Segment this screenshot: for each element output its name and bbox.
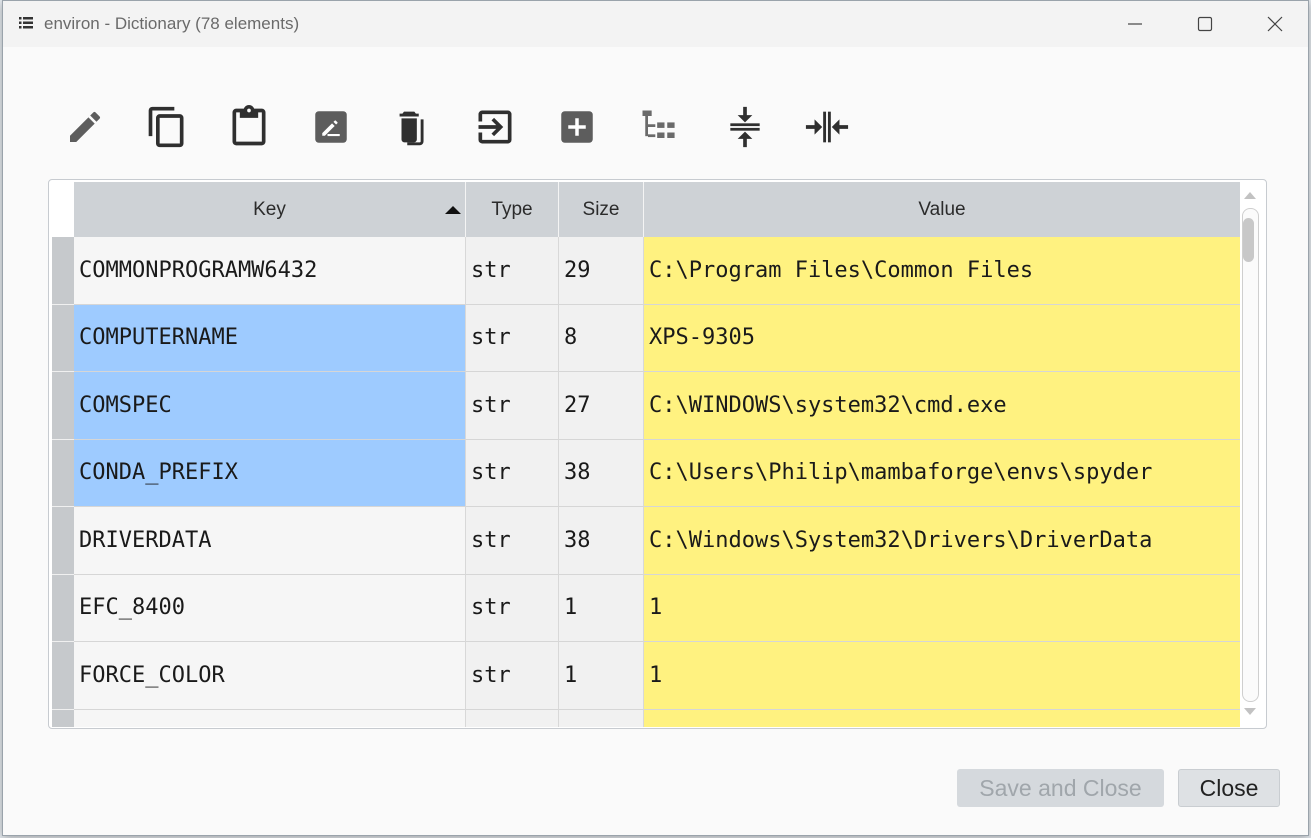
- row-header[interactable]: [52, 439, 74, 507]
- collapse-button[interactable]: [719, 101, 771, 153]
- edit-button[interactable]: [59, 101, 111, 153]
- close-icon: [1267, 16, 1283, 32]
- key-cell[interactable]: [74, 709, 466, 727]
- remove-icon: [399, 111, 424, 146]
- dictionary-editor-dialog: environ - Dictionary (78 elements) Key T…: [2, 0, 1309, 836]
- type-cell[interactable]: [466, 709, 559, 727]
- row-header[interactable]: [52, 237, 74, 305]
- column-header-size-label: Size: [582, 198, 620, 220]
- view-tree-icon: [642, 110, 675, 138]
- row-header[interactable]: [52, 642, 74, 710]
- collapse-icon: [730, 106, 760, 148]
- key-cell[interactable]: COMSPEC: [74, 372, 466, 440]
- insert-button[interactable]: [469, 101, 521, 153]
- paste-icon: [232, 105, 266, 146]
- resize-columns-button[interactable]: [801, 101, 853, 153]
- value-cell[interactable]: C:\WINDOWS\system32\cmd.exe: [644, 372, 1240, 440]
- maximize-button[interactable]: [1170, 1, 1240, 47]
- minimize-icon: [1128, 23, 1142, 25]
- add-button[interactable]: [551, 101, 603, 153]
- dictionary-table: Key Type Size Value COMMONPROGRAMW6432 s…: [48, 179, 1267, 729]
- size-cell[interactable]: 1: [559, 642, 644, 710]
- resize-columns-icon: [805, 111, 849, 143]
- insert-icon: [478, 110, 512, 144]
- key-cell[interactable]: EFC_8400: [74, 574, 466, 642]
- close-button[interactable]: Close: [1178, 769, 1280, 807]
- type-cell[interactable]: str: [466, 439, 559, 507]
- size-cell[interactable]: [559, 709, 644, 727]
- paste-button[interactable]: [223, 101, 275, 153]
- type-cell[interactable]: str: [466, 237, 559, 305]
- save-and-close-button[interactable]: Save and Close: [957, 769, 1164, 807]
- scroll-up-arrow-icon[interactable]: [1244, 192, 1256, 199]
- add-icon: [561, 111, 593, 143]
- rename-icon: [315, 111, 347, 143]
- key-cell[interactable]: COMPUTERNAME: [74, 304, 466, 372]
- table-row[interactable]: [52, 709, 1240, 727]
- row-header[interactable]: [52, 507, 74, 575]
- remove-button[interactable]: [387, 101, 439, 153]
- table-row[interactable]: COMPUTERNAME str 8 XPS-9305: [52, 304, 1240, 372]
- size-cell[interactable]: 29: [559, 237, 644, 305]
- toolbar: [59, 101, 879, 155]
- minimize-button[interactable]: [1100, 1, 1170, 47]
- table-header: Key Type Size Value: [74, 182, 1240, 237]
- column-header-type[interactable]: Type: [466, 182, 559, 237]
- rename-button[interactable]: [305, 101, 357, 153]
- value-cell[interactable]: C:\Windows\System32\Drivers\DriverData: [644, 507, 1240, 575]
- type-cell[interactable]: str: [466, 574, 559, 642]
- row-header[interactable]: [52, 574, 74, 642]
- view-tree-button[interactable]: [633, 101, 685, 153]
- size-cell[interactable]: 27: [559, 372, 644, 440]
- type-cell[interactable]: str: [466, 642, 559, 710]
- table-row[interactable]: CONDA_PREFIX str 38 C:\Users\Philip\mamb…: [52, 439, 1240, 507]
- size-cell[interactable]: 38: [559, 439, 644, 507]
- window-title: environ - Dictionary (78 elements): [44, 14, 300, 33]
- column-header-size[interactable]: Size: [559, 182, 644, 237]
- close-window-button[interactable]: [1240, 1, 1310, 47]
- column-header-type-label: Type: [491, 198, 533, 220]
- type-cell[interactable]: str: [466, 304, 559, 372]
- scroll-track[interactable]: [1242, 208, 1259, 702]
- row-header[interactable]: [52, 304, 74, 372]
- value-cell[interactable]: C:\Program Files\Common Files: [644, 237, 1240, 305]
- maximize-icon: [1197, 16, 1213, 32]
- column-header-key-label: Key: [253, 198, 286, 220]
- value-cell[interactable]: XPS-9305: [644, 304, 1240, 372]
- value-cell[interactable]: C:\Users\Philip\mambaforge\envs\spyder: [644, 439, 1240, 507]
- table-row[interactable]: COMMONPROGRAMW6432 str 29 C:\Program Fil…: [52, 237, 1240, 305]
- value-cell[interactable]: [644, 709, 1240, 727]
- type-cell[interactable]: str: [466, 507, 559, 575]
- key-cell[interactable]: COMMONPROGRAMW6432: [74, 237, 466, 305]
- size-cell[interactable]: 1: [559, 574, 644, 642]
- column-header-value-label: Value: [918, 198, 966, 220]
- value-cell[interactable]: 1: [644, 574, 1240, 642]
- scroll-thumb[interactable]: [1243, 218, 1254, 262]
- copy-icon: [148, 106, 184, 148]
- column-header-value[interactable]: Value: [644, 182, 1240, 237]
- size-cell[interactable]: 8: [559, 304, 644, 372]
- size-cell[interactable]: 38: [559, 507, 644, 575]
- table-row[interactable]: EFC_8400 str 1 1: [52, 574, 1240, 642]
- scroll-down-arrow-icon[interactable]: [1244, 708, 1256, 715]
- copy-button[interactable]: [141, 101, 193, 153]
- table-row[interactable]: DRIVERDATA str 38 C:\Windows\System32\Dr…: [52, 507, 1240, 575]
- type-cell[interactable]: str: [466, 372, 559, 440]
- value-cell[interactable]: 1: [644, 642, 1240, 710]
- edit-icon: [70, 111, 101, 142]
- row-header[interactable]: [52, 372, 74, 440]
- vertical-scrollbar[interactable]: [1240, 182, 1262, 724]
- key-cell[interactable]: CONDA_PREFIX: [74, 439, 466, 507]
- table-row[interactable]: FORCE_COLOR str 1 1: [52, 642, 1240, 710]
- key-cell[interactable]: FORCE_COLOR: [74, 642, 466, 710]
- row-header[interactable]: [52, 709, 74, 727]
- key-cell[interactable]: DRIVERDATA: [74, 507, 466, 575]
- column-header-key[interactable]: Key: [74, 182, 466, 237]
- table-body: COMMONPROGRAMW6432 str 29 C:\Program Fil…: [52, 237, 1240, 727]
- title-bar[interactable]: environ - Dictionary (78 elements): [3, 1, 1308, 47]
- sort-ascending-icon: [445, 206, 461, 214]
- table-row[interactable]: COMSPEC str 27 C:\WINDOWS\system32\cmd.e…: [52, 372, 1240, 440]
- list-icon: [19, 17, 33, 29]
